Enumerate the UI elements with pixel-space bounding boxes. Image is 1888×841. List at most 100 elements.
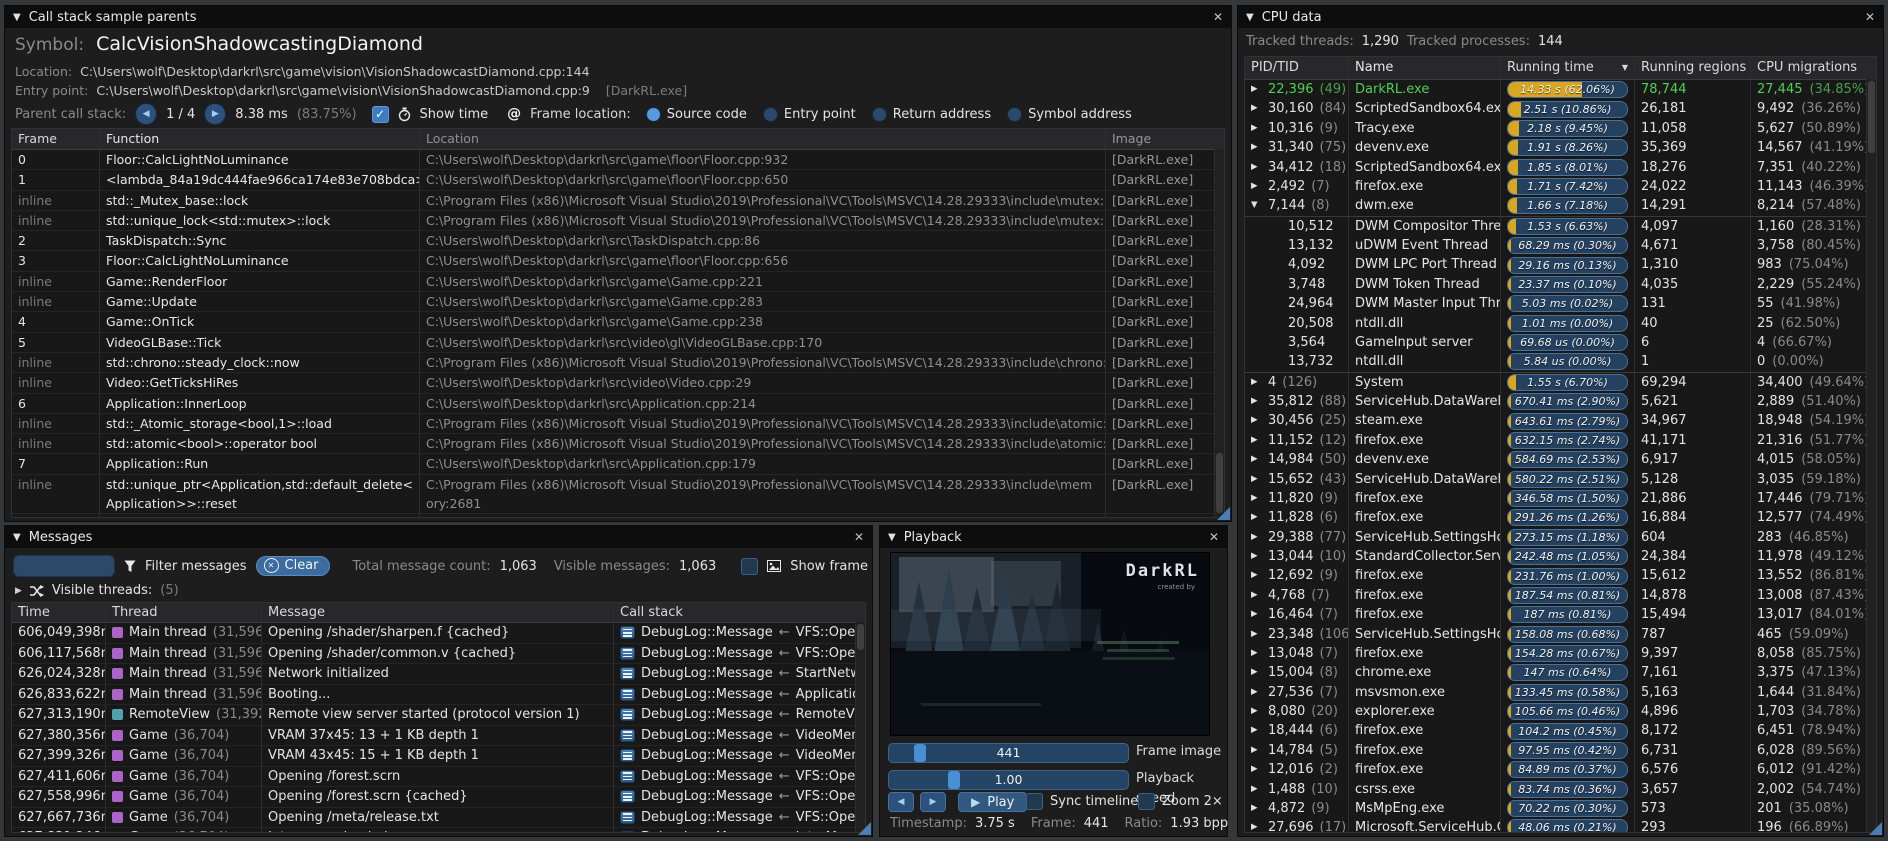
col-header-running-time[interactable]: Running time ▼	[1501, 57, 1635, 79]
col-header-image[interactable]: Image	[1106, 129, 1224, 149]
cpu-process-row[interactable]: ▶16,464(7)firefox.exe187 ms (0.81%)15,49…	[1245, 605, 1876, 624]
call-stack-row[interactable]: 7Application::RunC:\Users\wolf\Desktop\d…	[12, 454, 1224, 474]
call-stack-row[interactable]: 5VideoGLBase::TickC:\Users\wolf\Desktop\…	[12, 333, 1224, 353]
cpu-process-row[interactable]: ▶10,316(9)Tracy.exe2.18 s (9.45%)11,0585…	[1245, 119, 1876, 138]
expand-icon[interactable]: ▶	[1251, 177, 1262, 196]
expand-icon[interactable]: ▶	[1251, 99, 1262, 118]
expand-icon[interactable]: ▶	[1251, 158, 1262, 177]
call-stack-cell[interactable]: DebugLog::Message←VFS::Open	[614, 644, 865, 664]
expand-icon[interactable]: ▶	[1251, 528, 1262, 547]
message-row[interactable]: 627,667,736nsGame(36,704)Opening /meta/r…	[12, 808, 865, 829]
cpu-scrollbar-thumb[interactable]	[1868, 81, 1875, 153]
call-stack-cell[interactable]: DebugLog::Message←StartNetwo	[614, 664, 865, 684]
call-stack-row[interactable]: 1<lambda_84a19dc444fae966ca174e83e708bdc…	[12, 170, 1224, 190]
expand-icon[interactable]: ▶	[1251, 663, 1262, 682]
frame-location-radio[interactable]	[646, 107, 661, 122]
expand-icon[interactable]: ▶	[1251, 119, 1262, 138]
cpu-process-row[interactable]: 10,512DWM Compositor Thread1.53 s (6.63%…	[1245, 216, 1876, 236]
expand-icon[interactable]: ▶	[15, 586, 22, 596]
frame-image-slider[interactable]: 441	[888, 743, 1129, 763]
message-row[interactable]: 627,831,246nsGame(36,704)Intro menu load…	[12, 828, 865, 833]
cpu-process-row[interactable]: ▶34,412(18)ScriptedSandbox64.exe1.85 s (…	[1245, 158, 1876, 177]
close-icon[interactable]: ✕	[1865, 10, 1875, 24]
cpu-process-row[interactable]: ▶30,160(84)ScriptedSandbox64.exe2.51 s (…	[1245, 99, 1876, 118]
cpu-process-row[interactable]: 13,732ntdll.dll5.84 us (0.00%)10(0.00%)	[1245, 352, 1876, 372]
expand-icon[interactable]: ▶	[1251, 799, 1262, 818]
call-stack-cell[interactable]: DebugLog::Message←VideoMemo	[614, 726, 865, 746]
expand-icon[interactable]: ▶	[1251, 780, 1262, 799]
show-time-checkbox[interactable]: ✓	[372, 106, 389, 123]
call-stack-cell[interactable]: DebugLog::Message←VFS::Open	[614, 808, 865, 828]
expand-icon[interactable]: ▶	[1251, 760, 1262, 779]
expand-icon[interactable]: ▶	[1251, 644, 1262, 663]
close-icon[interactable]: ✕	[1213, 10, 1223, 24]
expand-icon[interactable]: ▶	[1251, 138, 1262, 157]
next-call-stack-button[interactable]: ▶	[204, 103, 226, 125]
call-stack-row[interactable]: 8mainC:\Users\wolf\Desktop\darkrl\src\En…	[12, 514, 1224, 518]
message-row[interactable]: 627,380,356nsGame(36,704)VRAM 37x45: 13 …	[12, 726, 865, 747]
call-stack-cell[interactable]: DebugLog::Message←IntroMenu::	[614, 828, 865, 833]
call-stack-row[interactable]: inlinestd::_Mutex_base::lockC:\Program F…	[12, 191, 1224, 211]
prev-call-stack-button[interactable]: ◀	[135, 103, 157, 125]
call-stack-row[interactable]: 3Floor::CalcLightNoLuminanceC:\Users\wol…	[12, 251, 1224, 271]
cpu-process-row[interactable]: 3,564GameInput server69.68 us (0.00%)64(…	[1245, 333, 1876, 352]
cpu-process-row[interactable]: ▶30,456(25)steam.exe643.61 ms (2.79%)34,…	[1245, 411, 1876, 430]
expand-icon[interactable]: ▶	[1251, 605, 1262, 624]
cpu-process-row[interactable]: ▶4,768(7)firefox.exe187.54 ms (0.81%)14,…	[1245, 586, 1876, 605]
step-forward-button[interactable]: ▶	[920, 792, 946, 812]
cpu-process-row[interactable]: ▶12,016(2)firefox.exe84.89 ms (0.37%)6,5…	[1245, 760, 1876, 779]
cpu-process-row[interactable]: ▶14,784(5)firefox.exe97.95 ms (0.42%)6,7…	[1245, 741, 1876, 760]
col-header-pid-tid[interactable]: PID/TID	[1245, 57, 1349, 79]
cpu-process-row[interactable]: ▶1,488(10)csrss.exe83.74 ms (0.36%)3,657…	[1245, 780, 1876, 799]
resize-grip[interactable]	[1869, 822, 1882, 835]
cpu-process-row[interactable]: 24,964DWM Master Input Thread5.03 ms (0.…	[1245, 294, 1876, 313]
resize-grip[interactable]	[1217, 507, 1230, 520]
expand-icon[interactable]: ▶	[1251, 721, 1262, 740]
cpu-process-row[interactable]: ▶31,340(75)devenv.exe1.91 s (8.26%)35,36…	[1245, 138, 1876, 157]
call-stack-cell[interactable]: DebugLog::Message←VideoMemo	[614, 746, 865, 766]
expand-icon[interactable]: ▶	[1251, 450, 1262, 469]
cpu-process-row[interactable]: ▶23,348(106)ServiceHub.SettingsHost158.0…	[1245, 625, 1876, 644]
expand-icon[interactable]: ▶	[1251, 683, 1262, 702]
expand-icon[interactable]: ▶	[1251, 80, 1262, 99]
call-stack-scrollbar-thumb[interactable]	[1216, 453, 1223, 513]
call-stack-scrollbar[interactable]	[1214, 149, 1224, 517]
collapse-icon[interactable]: ▼	[888, 532, 896, 543]
cpu-process-row[interactable]: ▶18,444(6)firefox.exe104.2 ms (0.45%)8,1…	[1245, 721, 1876, 740]
cpu-process-row[interactable]: ▶11,152(12)firefox.exe632.15 ms (2.74%)4…	[1245, 431, 1876, 450]
call-stack-row[interactable]: inlinestd::unique_lock<std::mutex>::lock…	[12, 211, 1224, 231]
call-stack-row[interactable]: 2TaskDispatch::SyncC:\Users\wolf\Desktop…	[12, 231, 1224, 251]
expand-icon[interactable]: ▶	[1251, 818, 1262, 833]
col-header-message[interactable]: Message	[262, 603, 614, 622]
collapse-icon[interactable]: ▼	[13, 12, 21, 23]
message-row[interactable]: 627,558,996nsGame(36,704)Opening /forest…	[12, 787, 865, 808]
call-stack-row[interactable]: 4Game::OnTickC:\Users\wolf\Desktop\darkr…	[12, 312, 1224, 332]
cpu-process-row[interactable]: ▶29,388(77)ServiceHub.SettingsHost273.15…	[1245, 528, 1876, 547]
cpu-process-row[interactable]: ▶15,004(8)chrome.exe147 ms (0.64%)7,1613…	[1245, 663, 1876, 682]
collapse-icon[interactable]: ▼	[13, 532, 21, 543]
message-row[interactable]: 627,411,606nsGame(36,704)Opening /forest…	[12, 767, 865, 788]
call-stack-cell[interactable]: DebugLog::Message←Application:	[614, 685, 865, 705]
zoom-2x-checkbox[interactable]	[1138, 793, 1155, 810]
cpu-process-row[interactable]: 4,092DWM LPC Port Thread29.16 ms (0.13%)…	[1245, 255, 1876, 274]
cpu-process-row[interactable]: ▶13,044(10)StandardCollector.Servic242.4…	[1245, 547, 1876, 566]
col-header-frame[interactable]: Frame	[12, 129, 100, 149]
cpu-process-row[interactable]: ▶22,396(49)DarkRL.exe14.33 s (62.06%)78,…	[1245, 80, 1876, 99]
cpu-process-row[interactable]: 3,748DWM Token Thread23.37 ms (0.10%)4,0…	[1245, 275, 1876, 294]
col-header-cpu-migrations[interactable]: CPU migrations	[1751, 57, 1876, 79]
cpu-process-row[interactable]: ▶14,984(50)devenv.exe584.69 ms (2.53%)6,…	[1245, 450, 1876, 469]
expand-icon[interactable]: ▶	[1251, 489, 1262, 508]
expand-icon[interactable]: ▼	[1251, 196, 1262, 215]
expand-icon[interactable]: ▶	[1251, 508, 1262, 527]
cpu-process-row[interactable]: ▶4(126)System1.55 s (6.70%)69,29434,400(…	[1245, 373, 1876, 392]
resize-grip[interactable]	[858, 822, 871, 835]
cpu-process-row[interactable]: ▶8,080(20)explorer.exe105.66 ms (0.46%)4…	[1245, 702, 1876, 721]
call-stack-row[interactable]: inlinestd::atomic<bool>::operator boolC:…	[12, 434, 1224, 454]
step-back-button[interactable]: ◀	[888, 792, 914, 812]
expand-icon[interactable]: ▶	[1251, 392, 1262, 411]
collapse-icon[interactable]: ▼	[1246, 12, 1254, 23]
filter-input[interactable]	[13, 555, 115, 577]
expand-icon[interactable]: ▶	[1251, 470, 1262, 489]
call-stack-row[interactable]: inlineGame::UpdateC:\Users\wolf\Desktop\…	[12, 292, 1224, 312]
expand-icon[interactable]: ▶	[1251, 431, 1262, 450]
